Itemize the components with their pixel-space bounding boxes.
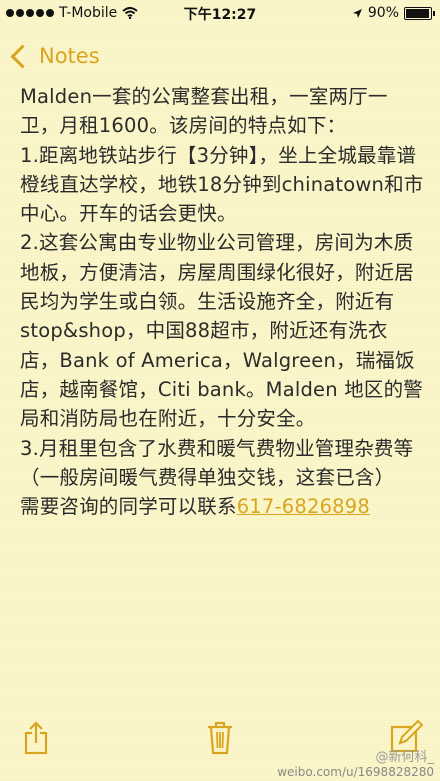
location-arrow-icon — [352, 8, 362, 18]
back-button[interactable]: Notes — [39, 44, 100, 68]
note-paragraph: 3.月租里包含了水费和暖气费物业管理杂费等（一般房间暖气费得单独交钱，这套已含） — [20, 436, 414, 489]
watermark-name: @新何科_ — [375, 750, 434, 765]
note-contact-line: 需要咨询的同学可以联系617-6826898 — [20, 492, 425, 521]
share-icon[interactable] — [18, 719, 54, 755]
note-body[interactable]: Malden一套的公寓整套出租，一室两厅一卫，月租1600。该房间的特点如下： … — [20, 82, 425, 521]
nav-bar: Notes — [0, 36, 100, 76]
status-bar: T-Mobile 下午12:27 90% — [0, 0, 440, 28]
chevron-left-icon[interactable] — [10, 43, 35, 69]
battery-icon — [404, 6, 435, 20]
note-paragraph: 2.这套公寓由专业物业公司管理，房间为木质地板，方便清洁，房屋周围绿化很好，附近… — [20, 231, 423, 431]
contact-prefix: 需要咨询的同学可以联系 — [20, 495, 237, 519]
watermark-url: weibo.com/u/1698828280 — [277, 765, 434, 779]
status-right: 90% — [352, 5, 435, 21]
phone-link[interactable]: 617-6826898 — [237, 495, 370, 518]
battery-percent: 90% — [367, 5, 399, 21]
note-paragraph: 1.距离地铁站步行【3分钟】，坐上全城最靠谱橙线直达学校，地铁18分钟到chin… — [20, 143, 424, 226]
weibo-watermark: @新何科_ weibo.com/u/1698828280 — [277, 750, 434, 780]
trash-icon[interactable] — [202, 719, 238, 755]
note-paragraph: Malden一套的公寓整套出租，一室两厅一卫，月租1600。该房间的特点如下： — [20, 85, 388, 138]
